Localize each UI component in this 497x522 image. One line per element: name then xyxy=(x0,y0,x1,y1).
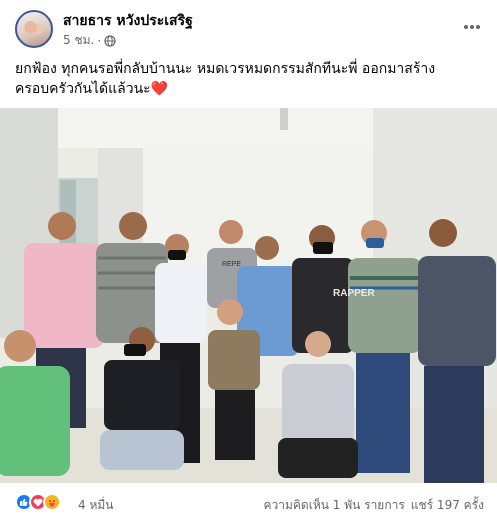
shirt-text-repe: REPE xyxy=(222,261,241,268)
globe-icon[interactable] xyxy=(104,34,116,47)
group-photo-illustration: RAPPER REPE xyxy=(0,108,497,483)
post-text-line-1: ยกฟ้อง ทุกคนรอพี่กลับบ้านนะ หมดเวรหมดกรร… xyxy=(15,61,436,77)
post-stats: ความคิดเห็น 1 พัน รายการ แชร์ 197 ครั้ง xyxy=(263,496,484,515)
reactions-bar: 4 หมื่น ความคิดเห็น 1 พัน รายการ แชร์ 19… xyxy=(0,487,497,519)
comment-count[interactable]: ความคิดเห็น 1 พัน รายการ xyxy=(263,496,404,515)
post-text-line-2-text: ครอบครัวกันได้แล้วนะ xyxy=(15,81,151,97)
heart-emoji: ❤️ xyxy=(150,81,169,97)
more-options-button[interactable] xyxy=(459,14,485,40)
care-icon xyxy=(43,493,61,511)
post-photo[interactable]: RAPPER REPE xyxy=(0,108,497,483)
meta-separator: · xyxy=(97,33,102,48)
post-header: สายธาร หวังประเสริฐ 5 ชม. · xyxy=(0,0,497,54)
reaction-icons[interactable] xyxy=(15,493,61,513)
author-avatar[interactable] xyxy=(15,10,53,48)
author-name[interactable]: สายธาร หวังประเสริฐ xyxy=(63,10,193,32)
share-count[interactable]: แชร์ 197 ครั้ง xyxy=(411,496,484,515)
more-options-icon xyxy=(464,25,480,29)
reaction-count[interactable]: 4 หมื่น xyxy=(78,496,113,515)
shirt-text-rapper: RAPPER xyxy=(333,288,375,299)
post-text: ยกฟ้อง ทุกคนรอพี่กลับบ้านนะ หมดเวรหมดกรร… xyxy=(15,59,485,99)
post-meta: 5 ชม. · xyxy=(63,31,116,50)
post-time[interactable]: 5 ชม. xyxy=(63,31,94,50)
post-text-line-2: ครอบครัวกันได้แล้วนะ❤️ xyxy=(15,79,485,99)
